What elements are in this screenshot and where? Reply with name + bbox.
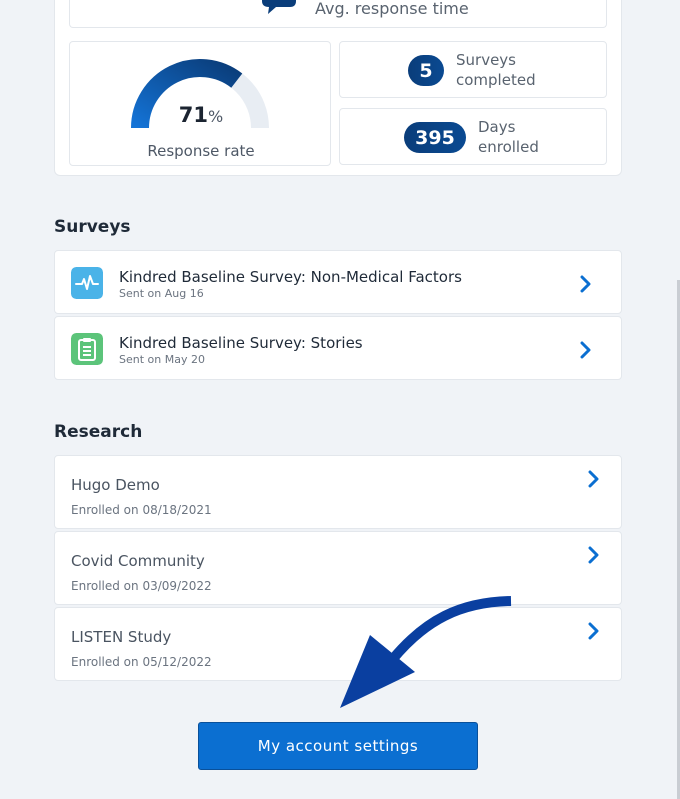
days-enrolled-card: 395 Days enrolled: [339, 108, 607, 165]
response-rate-card: 71% Response rate: [69, 41, 331, 166]
avg-response-card: Avg. response time: [69, 0, 607, 28]
survey-title: Kindred Baseline Survey: Non-Medical Fac…: [119, 268, 462, 286]
survey-sent-date: Sent on May 20: [119, 353, 205, 366]
surveys-completed-card: 5 Surveys completed: [339, 41, 607, 98]
heartbeat-icon: [71, 267, 103, 299]
survey-item-non-medical-factors[interactable]: Kindred Baseline Survey: Non-Medical Fac…: [54, 250, 622, 314]
chevron-right-icon[interactable]: [587, 546, 601, 564]
research-item-hugo-demo[interactable]: Hugo Demo Enrolled on 08/18/2021: [54, 455, 622, 529]
days-enrolled-label-line2: enrolled: [478, 138, 539, 156]
response-rate-number: 71: [178, 103, 209, 127]
days-enrolled-label: Days enrolled: [478, 117, 598, 157]
response-rate-unit: %: [208, 107, 224, 126]
surveys-completed-label-line2: completed: [456, 71, 536, 89]
chevron-right-icon[interactable]: [579, 341, 593, 359]
page: Avg. response time 71% Response rate 5 S…: [0, 0, 680, 799]
research-enrolled-date: Enrolled on 08/18/2021: [71, 503, 212, 517]
research-title: Covid Community: [71, 552, 205, 570]
research-enrolled-date: Enrolled on 03/09/2022: [71, 579, 212, 593]
survey-title: Kindred Baseline Survey: Stories: [119, 334, 363, 352]
survey-item-stories[interactable]: Kindred Baseline Survey: Stories Sent on…: [54, 316, 622, 380]
avg-response-label: Avg. response time: [315, 0, 469, 18]
response-rate-label: Response rate: [147, 142, 255, 160]
research-heading: Research: [54, 422, 143, 442]
account-settings-button[interactable]: My account settings: [198, 722, 478, 770]
research-title: LISTEN Study: [71, 628, 172, 646]
annotation-arrow-icon: [340, 596, 512, 708]
clipboard-icon: [71, 333, 103, 365]
surveys-completed-count: 5: [408, 55, 444, 86]
response-rate-value: 71%: [70, 103, 332, 127]
survey-sent-date: Sent on Aug 16: [119, 287, 204, 300]
surveys-completed-label-line1: Surveys: [456, 51, 516, 69]
research-title: Hugo Demo: [71, 476, 160, 494]
research-enrolled-date: Enrolled on 05/12/2022: [71, 655, 212, 669]
surveys-completed-label: Surveys completed: [456, 50, 596, 90]
chevron-right-icon[interactable]: [579, 275, 593, 293]
chevron-right-icon[interactable]: [587, 470, 601, 488]
days-enrolled-label-line1: Days: [478, 118, 516, 136]
days-enrolled-count: 395: [404, 122, 466, 153]
chat-bubble-icon: [262, 0, 296, 14]
surveys-heading: Surveys: [54, 217, 131, 237]
chevron-right-icon[interactable]: [587, 622, 601, 640]
stats-panel: Avg. response time 71% Response rate 5 S…: [54, 0, 622, 176]
